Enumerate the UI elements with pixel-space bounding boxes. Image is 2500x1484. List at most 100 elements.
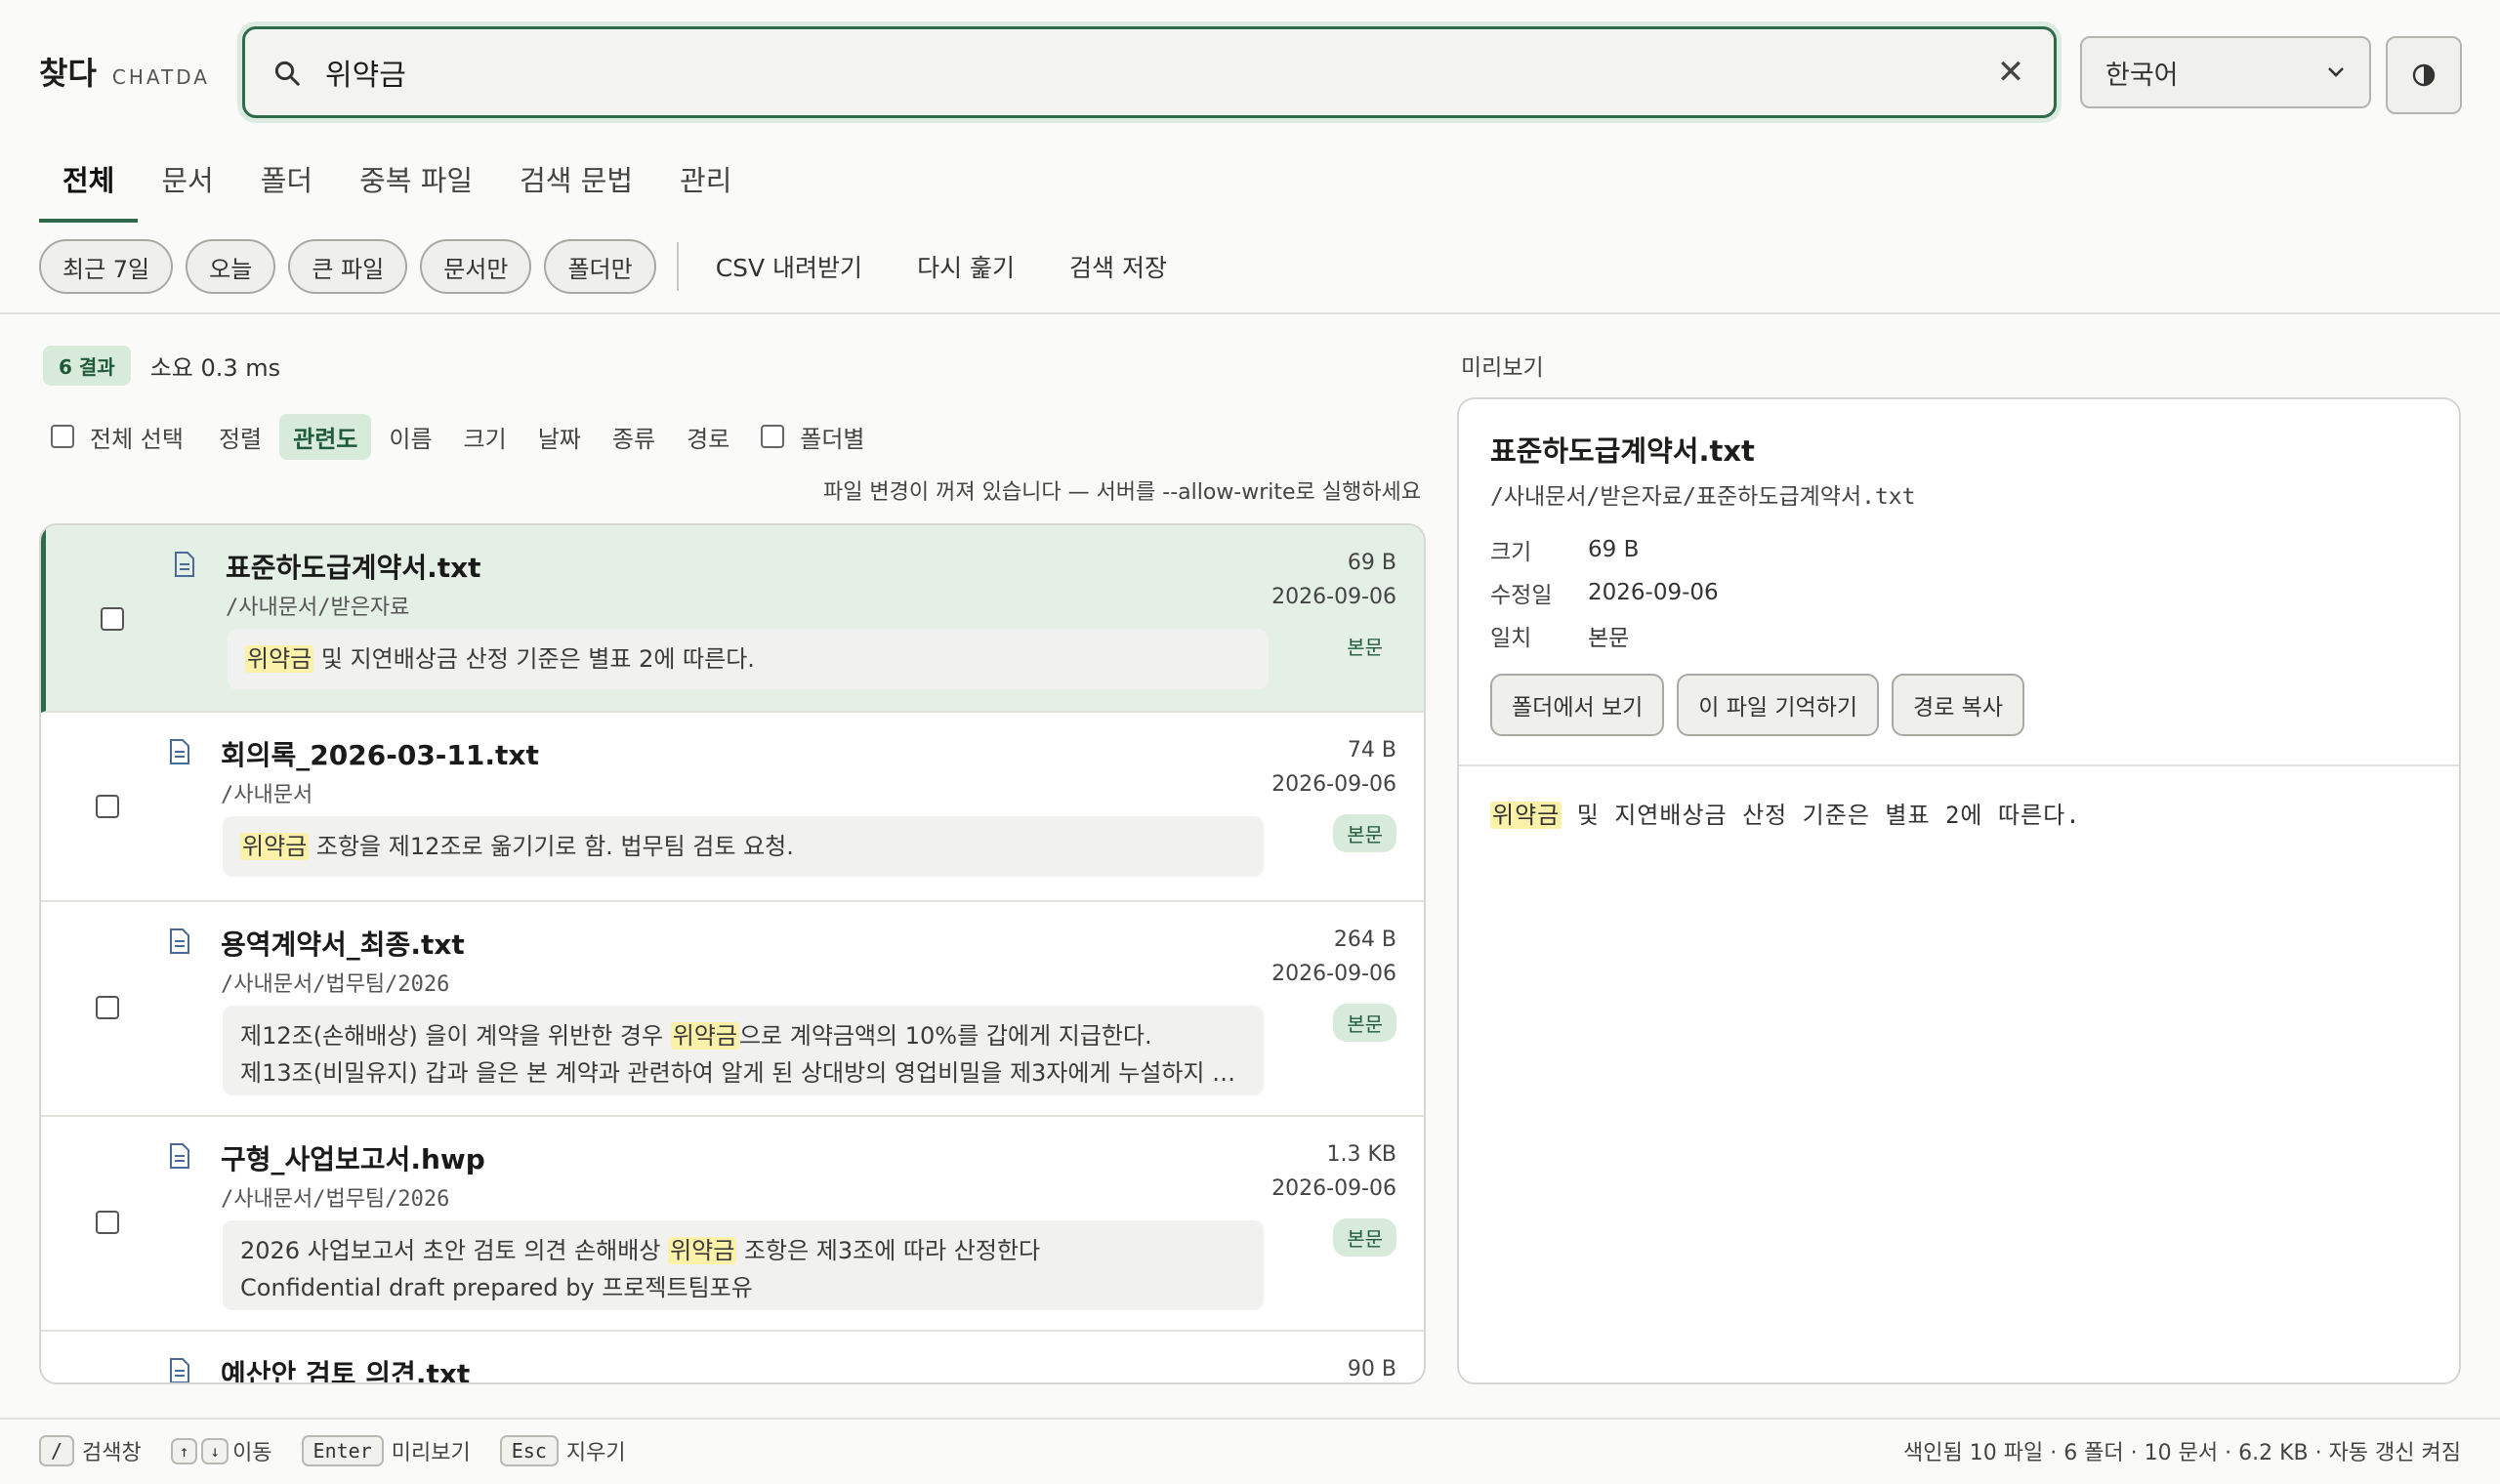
hint-label: 지우기 <box>565 1441 626 1465</box>
preview-meta: 크기 69 B 수정일 2026-09-06 일치 본문 <box>1490 528 1719 657</box>
result-checkbox[interactable] <box>96 795 119 818</box>
brand-name: 찾다 <box>39 55 97 92</box>
meta-key: 수정일 <box>1490 583 1553 608</box>
match-badge: 본문 <box>1347 636 1383 659</box>
file-name[interactable]: 용역계약서_최종.txt <box>221 924 465 963</box>
file-date: 2026-09-06 <box>1271 585 1396 609</box>
group-by-folder-label[interactable]: 폴더별 <box>800 420 864 454</box>
search-input[interactable] <box>325 45 1888 100</box>
sort-type[interactable]: 종류 <box>612 420 655 454</box>
kbd-key: Enter <box>301 1435 384 1466</box>
select-all-label[interactable]: 전체 선택 <box>90 420 184 454</box>
file-path: /사내문서/받은자료 <box>226 596 410 620</box>
snippet: 2026 사업보고서 초안 검토 의견 손해배상 위약금 조항은 제3조에 따라… <box>223 1220 1264 1310</box>
file-size: 264 B <box>1333 928 1396 952</box>
preview-file-path: /사내문서/받은자료/표준하도급계약서.txt <box>1490 484 1916 510</box>
meta-value: 69 B <box>1588 537 1640 562</box>
match-badge: 본문 <box>1333 1218 1396 1257</box>
result-row[interactable]: 예산안 검토 의견.txt 90 B <box>41 1332 1424 1382</box>
sort-label: 정렬 <box>218 425 263 453</box>
chip-documents-only[interactable]: 문서만 <box>420 239 532 294</box>
save-search-button[interactable]: 검색 저장 <box>1042 249 1194 284</box>
file-size: 1.3 KB <box>1326 1142 1397 1167</box>
file-icon <box>170 739 189 764</box>
chip-today[interactable]: 오늘 <box>186 239 276 294</box>
match-highlight: 위약금 <box>670 1022 739 1050</box>
sort-name[interactable]: 이름 <box>389 420 432 454</box>
file-icon <box>170 928 189 954</box>
sort-relevance[interactable]: 관련도 <box>279 413 372 460</box>
file-name[interactable]: 구형_사업보고서.hwp <box>221 1138 485 1177</box>
shortcut-hints: / 검색창 ↑ ↓ 이동 Enter 미리보기 Esc 지우기 <box>39 1433 655 1468</box>
meta-key: 크기 <box>1490 540 1532 565</box>
result-row[interactable]: 회의록_2026-03-11.txt /사내문서 위약금 조항을 제12조로 옮… <box>41 713 1424 902</box>
remember-file-button[interactable]: 이 파일 기억하기 <box>1677 674 1880 736</box>
chevron-down-icon <box>2328 67 2344 77</box>
tab-folders[interactable]: 폴더 <box>237 144 336 223</box>
match-highlight: 위약금 <box>668 1237 737 1264</box>
write-disabled-notice: 파일 변경이 꺼져 있습니다 — 서버를 --allow-write로 실행하세… <box>822 480 1421 505</box>
header-divider <box>0 312 2500 314</box>
chip-large-files[interactable]: 큰 파일 <box>288 239 408 294</box>
tab-search-syntax[interactable]: 검색 문법 <box>496 144 656 223</box>
show-in-folder-button[interactable]: 폴더에서 보기 <box>1490 674 1665 736</box>
file-name[interactable]: 회의록_2026-03-11.txt <box>221 734 539 773</box>
snippet: 제12조(손해배상) 을이 계약을 위반한 경우 위약금으로 계약금액의 10%… <box>223 1006 1264 1095</box>
language-select[interactable]: 한국어 <box>2080 36 2371 108</box>
file-size: 74 B <box>1347 738 1396 763</box>
file-date: 2026-09-06 <box>1271 772 1396 797</box>
copy-path-button[interactable]: 경로 복사 <box>1892 674 2024 736</box>
file-name[interactable]: 예산안 검토 의견.txt <box>221 1353 470 1382</box>
result-row[interactable]: 용역계약서_최종.txt /사내문서/법무팀/2026 제12조(손해배상) 을… <box>41 902 1424 1117</box>
results-list: 표준하도급계약서.txt /사내문서/받은자료 위약금 및 지연배상금 산정 기… <box>39 523 1426 1384</box>
file-path: /사내문서/법무팀/2026 <box>221 1187 450 1212</box>
preview-file-name: 표준하도급계약서.txt <box>1490 434 1755 468</box>
select-all-checkbox[interactable] <box>51 425 74 448</box>
brand[interactable]: 찾다 CHATDA <box>39 49 210 94</box>
nav-tabs: 전체 문서 폴더 중복 파일 검색 문법 관리 <box>39 144 755 223</box>
match-highlight: 위약금 <box>240 833 310 860</box>
hint-label: 미리보기 <box>391 1441 471 1465</box>
file-date: 2026-09-06 <box>1271 1176 1396 1201</box>
match-highlight: 위약금 <box>245 645 314 673</box>
file-icon <box>175 552 194 577</box>
chip-last-7-days[interactable]: 최근 7일 <box>39 239 174 294</box>
file-size: 69 B <box>1347 551 1396 575</box>
preview-actions: 폴더에서 보기 이 파일 기억하기 경로 복사 <box>1490 674 2037 736</box>
result-row[interactable]: 구형_사업보고서.hwp /사내문서/법무팀/2026 2026 사업보고서 초… <box>41 1117 1424 1332</box>
preview-heading: 미리보기 <box>1461 355 1544 381</box>
footer-divider <box>0 1418 2500 1420</box>
search-box[interactable]: ✕ <box>242 26 2057 118</box>
sort-path[interactable]: 경로 <box>687 420 729 454</box>
index-stats: 색인됨 10 파일 · 6 폴더 · 10 문서 · 6.2 KB · 자동 갱… <box>1903 1441 2461 1465</box>
rescan-button[interactable]: 다시 훑기 <box>890 249 1042 284</box>
file-date: 2026-09-06 <box>1271 962 1396 986</box>
meta-value: 본문 <box>1588 626 1630 651</box>
tab-duplicates[interactable]: 중복 파일 <box>336 144 496 223</box>
tab-all[interactable]: 전체 <box>39 144 139 223</box>
kbd-key: ↓ <box>201 1437 229 1464</box>
group-by-folder-checkbox[interactable] <box>761 425 785 448</box>
language-selected: 한국어 <box>2105 60 2179 91</box>
result-checkbox[interactable] <box>96 1211 119 1234</box>
result-row[interactable]: 표준하도급계약서.txt /사내문서/받은자료 위약금 및 지연배상금 산정 기… <box>41 525 1424 713</box>
clear-search-button[interactable]: ✕ <box>1989 51 2032 94</box>
csv-download-button[interactable]: CSV 내려받기 <box>688 249 890 284</box>
tab-admin[interactable]: 관리 <box>656 144 755 223</box>
chip-divider <box>676 242 679 291</box>
sort-size[interactable]: 크기 <box>464 420 507 454</box>
file-name[interactable]: 표준하도급계약서.txt <box>226 547 481 586</box>
chip-folders-only[interactable]: 폴더만 <box>544 239 656 294</box>
tab-documents[interactable]: 문서 <box>138 144 236 223</box>
hint-label: 검색창 <box>82 1441 142 1465</box>
match-badge: 본문 <box>1333 814 1396 852</box>
sort-date[interactable]: 날짜 <box>538 420 581 454</box>
close-icon: ✕ <box>1996 53 2025 92</box>
preview-panel: 표준하도급계약서.txt /사내문서/받은자료/표준하도급계약서.txt 크기 6… <box>1457 397 2461 1384</box>
theme-toggle-button[interactable] <box>2386 36 2462 114</box>
result-checkbox[interactable] <box>96 996 119 1019</box>
file-size: 90 B <box>1347 1357 1396 1381</box>
hint-label: 이동 <box>232 1441 272 1465</box>
result-checkbox[interactable] <box>101 607 124 631</box>
meta-key: 일치 <box>1490 626 1532 651</box>
